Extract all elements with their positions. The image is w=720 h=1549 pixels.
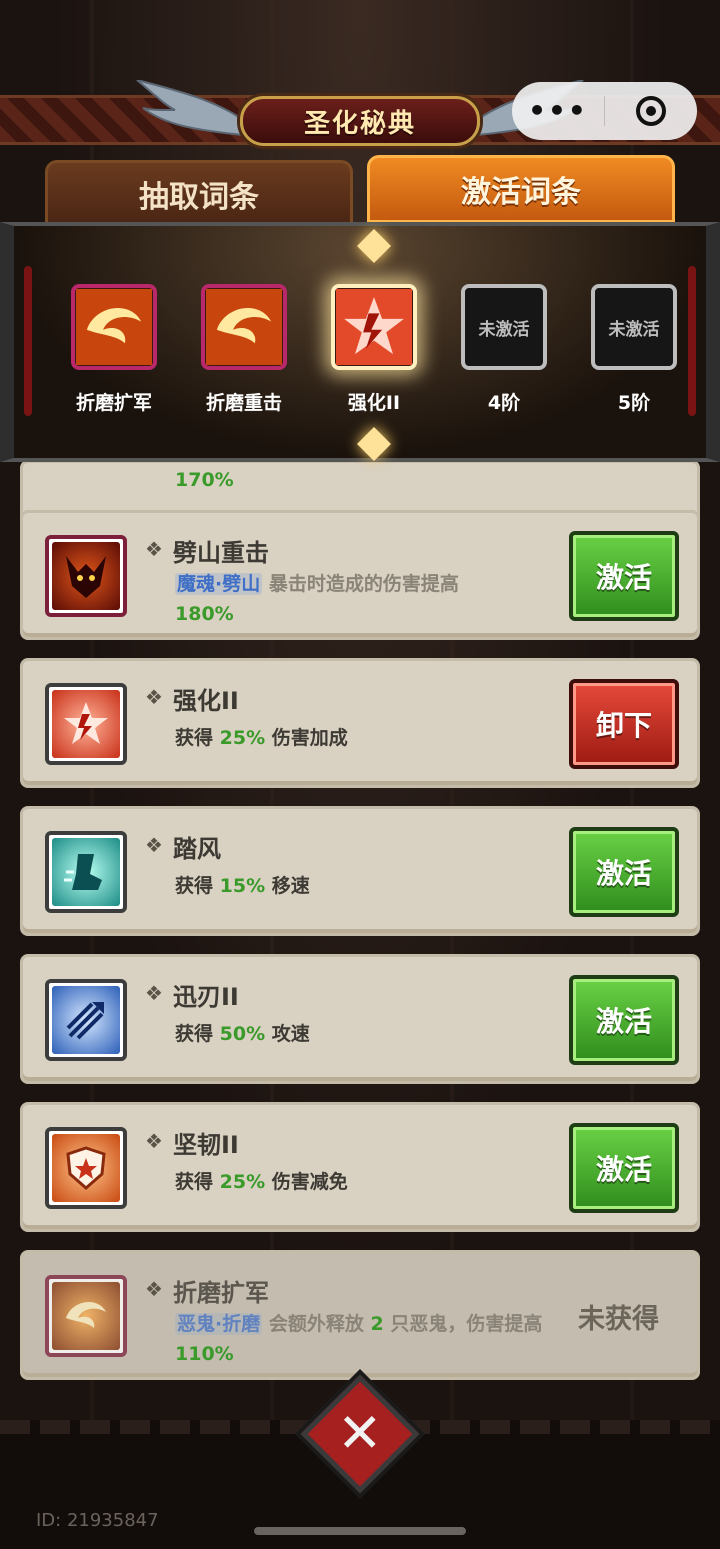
sparkle-icon: [357, 229, 391, 263]
entry-icon-frame: [45, 1275, 127, 1357]
entry-value: 180%: [175, 603, 234, 625]
sparkle-icon: [357, 427, 391, 461]
entry-value: 15%: [219, 875, 266, 897]
empty-slot-label: 未激活: [608, 319, 660, 340]
activate-button[interactable]: 激活: [569, 1123, 679, 1213]
user-id: ID: 21935847: [36, 1510, 159, 1531]
page-title-plate: 圣化秘典: [240, 96, 480, 146]
tab-draw-entries[interactable]: 抽取词条: [45, 160, 353, 228]
list-item: ❖ 折磨扩军 恶鬼·折磨 会额外释放 2 只恶鬼，伤害提高 110% 未获得: [20, 1250, 700, 1380]
entry-name: 坚韧II: [173, 1131, 239, 1159]
empower-icon: [331, 284, 417, 370]
fire-swirl-icon: [201, 284, 287, 370]
not-obtained-label: 未获得: [578, 1304, 659, 1335]
empty-slot: 未激活: [591, 284, 677, 370]
demon-icon: [52, 542, 120, 610]
entry-desc-text: 会额外释放: [268, 1313, 364, 1335]
tab-activate-entries[interactable]: 激活词条: [367, 155, 675, 223]
diamond-bullet-icon: ❖: [145, 981, 163, 1005]
boot-icon: [52, 838, 120, 906]
entry-name: 强化II: [173, 687, 239, 715]
close-icon: ✕: [337, 1402, 383, 1465]
fire-swirl-icon: [71, 284, 157, 370]
list-item: ❖ 劈山重击 魔魂·劈山 暴击时造成的伤害提高 180% 激活: [20, 510, 700, 640]
entry-icon-frame: [45, 683, 127, 765]
slot-name: 强化II: [347, 392, 401, 414]
slot-name: 5阶: [617, 392, 651, 414]
activate-button[interactable]: 激活: [569, 975, 679, 1065]
diamond-bullet-icon: ❖: [145, 833, 163, 857]
arrows-icon: [52, 986, 120, 1054]
entry-icon-frame: [45, 831, 127, 913]
entry-description: 恶鬼·折磨 会额外释放 2 只恶鬼，伤害提高 110%: [175, 1309, 545, 1369]
slot-4[interactable]: 未激活 4阶: [454, 284, 554, 415]
slot-5[interactable]: 未激活 5阶: [584, 284, 684, 415]
unequip-button[interactable]: 卸下: [569, 679, 679, 769]
entry-name: 折磨扩军: [173, 1279, 269, 1307]
equipped-slots-panel: 折磨扩军 折磨重击 强化II 未激活 4阶 未激活 5阶: [0, 222, 720, 462]
slot-1[interactable]: 折磨扩军: [64, 284, 164, 415]
page-title: 圣化秘典: [303, 108, 416, 139]
slot-name: 折磨扩军: [75, 392, 152, 414]
slot-3[interactable]: 强化II: [324, 284, 424, 415]
list-item: ❖ 强化II 获得 25% 伤害加成 卸下: [20, 658, 700, 788]
entry-description: 获得 50% 攻速: [175, 1019, 545, 1049]
entry-value: 50%: [219, 1023, 266, 1045]
entry-prefix: 获得: [175, 727, 214, 749]
more-options-button[interactable]: •••: [512, 82, 604, 140]
close-miniprogram-button[interactable]: [605, 96, 697, 126]
wing-icon: [136, 80, 244, 137]
empty-slot-label: 未激活: [478, 319, 530, 340]
entry-count: 2: [370, 1313, 384, 1335]
entry-icon-frame: [45, 535, 127, 617]
diamond-bullet-icon: ❖: [145, 1277, 163, 1301]
entry-suffix: 攻速: [271, 1023, 310, 1045]
list-item: ❖ 坚韧II 获得 25% 伤害减免 激活: [20, 1102, 700, 1232]
entry-description: 获得 15% 移速: [175, 871, 545, 901]
list-item: ❖ 踏风 获得 15% 移速 激活: [20, 806, 700, 936]
entry-icon-frame: [45, 979, 127, 1061]
entry-value: 110%: [175, 1343, 234, 1365]
entry-prefix: 获得: [175, 1171, 214, 1193]
fire-swirl-icon: [52, 1282, 120, 1350]
empty-slot: 未激活: [461, 284, 547, 370]
slot-2[interactable]: 折磨重击: [194, 284, 294, 415]
entry-description: 获得 25% 伤害加成: [175, 723, 545, 753]
entry-suffix: 伤害加成: [271, 727, 348, 749]
partial-value: 170%: [175, 469, 234, 491]
list-item: ❖ 迅刃II 获得 50% 攻速 激活: [20, 954, 700, 1084]
entry-desc-text: 暴击时造成的伤害提高: [268, 573, 459, 595]
activate-button[interactable]: 激活: [569, 827, 679, 917]
slot-name: 4阶: [487, 392, 521, 414]
shield-star-icon: [52, 1134, 120, 1202]
entry-tag: 恶鬼·折磨: [175, 1313, 263, 1335]
entry-name: 踏风: [173, 835, 221, 863]
entry-tag: 魔魂·劈山: [175, 573, 263, 595]
entry-icon-frame: [45, 1127, 127, 1209]
entry-name: 迅刃II: [173, 983, 239, 1011]
home-indicator[interactable]: [254, 1527, 466, 1535]
entry-prefix: 获得: [175, 875, 214, 897]
diamond-bullet-icon: ❖: [145, 1129, 163, 1153]
entry-description: 魔魂·劈山 暴击时造成的伤害提高 180%: [175, 569, 545, 629]
entry-suffix: 移速: [271, 875, 310, 897]
miniprogram-capsule: •••: [512, 82, 697, 140]
entry-name: 劈山重击: [173, 539, 269, 567]
target-icon: [636, 96, 666, 126]
diamond-bullet-icon: ❖: [145, 685, 163, 709]
activate-button[interactable]: 激活: [569, 531, 679, 621]
entry-value: 25%: [219, 727, 266, 749]
entry-description: 获得 25% 伤害减免: [175, 1167, 545, 1197]
slot-name: 折磨重击: [205, 392, 282, 414]
diamond-bullet-icon: ❖: [145, 537, 163, 561]
entry-suffix: 伤害减免: [271, 1171, 348, 1193]
entry-desc-text: 只恶鬼，伤害提高: [390, 1313, 543, 1335]
entry-value: 25%: [219, 1171, 266, 1193]
empower-icon: [52, 690, 120, 758]
entry-prefix: 获得: [175, 1023, 214, 1045]
